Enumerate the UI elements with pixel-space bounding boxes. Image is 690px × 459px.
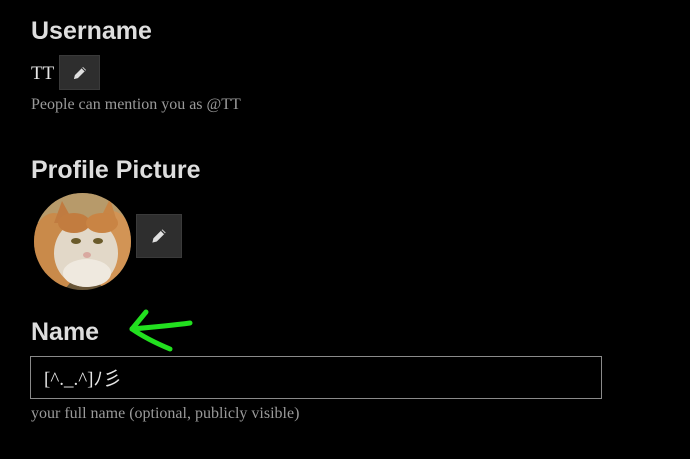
green-arrow-annotation: [129, 309, 193, 352]
name-field[interactable]: [30, 356, 602, 399]
cat-photo: [34, 193, 131, 290]
pencil-icon: [152, 229, 166, 243]
avatar: [34, 193, 131, 290]
profile-picture-heading: Profile Picture: [31, 156, 201, 184]
name-help-text: your full name (optional, publicly visib…: [31, 405, 300, 422]
username-help-text: People can mention you as @TT: [31, 96, 241, 113]
edit-profile-picture-button[interactable]: [136, 214, 182, 258]
username-value: TT: [31, 63, 55, 84]
edit-username-button[interactable]: [59, 55, 100, 90]
pencil-icon: [73, 66, 86, 79]
name-heading: Name: [31, 318, 100, 346]
username-heading: Username: [31, 17, 152, 45]
